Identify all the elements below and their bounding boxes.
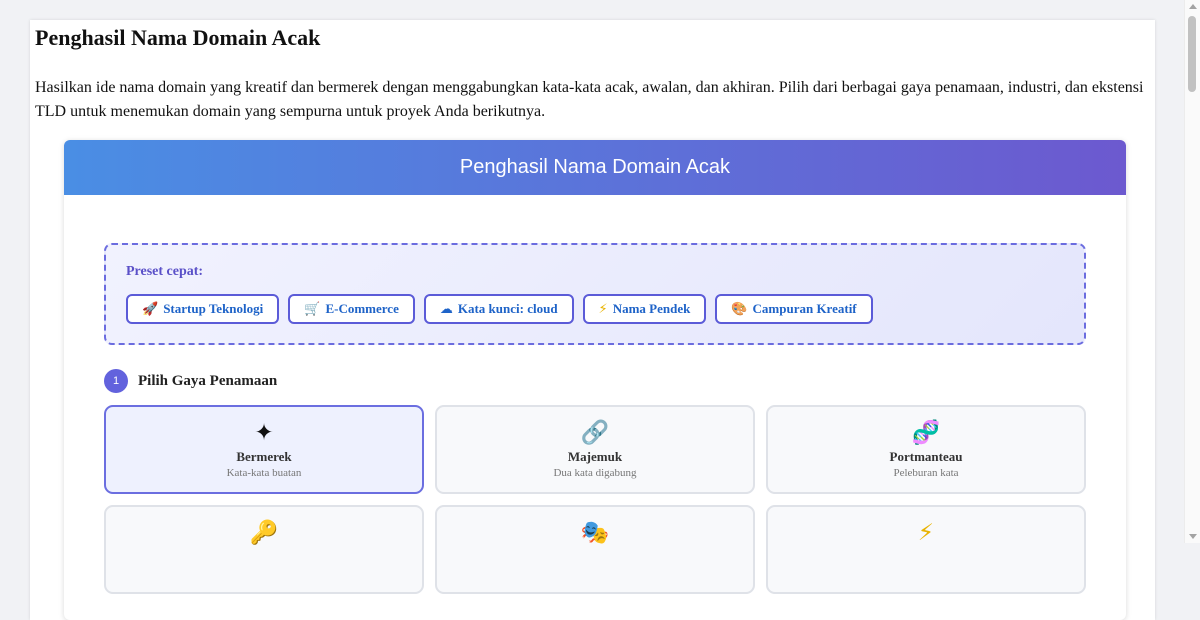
step-naming-style-heading: 1 Pilih Gaya Penamaan xyxy=(104,369,277,393)
cloud-icon: ☁ xyxy=(439,301,453,317)
preset-e-commerce-button[interactable]: 🛒 E-Commerce xyxy=(288,294,415,324)
generator-card: Penghasil Nama Domain Acak Preset cepat:… xyxy=(64,140,1126,620)
style-option-5[interactable]: 🎭 xyxy=(435,505,755,594)
step-label: Pilih Gaya Penamaan xyxy=(138,372,278,389)
preset-short-name-button[interactable]: ⚡ Nama Pendek xyxy=(582,294,707,324)
step-number-badge: 1 xyxy=(104,369,128,393)
preset-label-text: Kata kunci: cloud xyxy=(457,301,558,316)
intro-text: Hasilkan ide nama domain yang kreatif da… xyxy=(35,79,1144,120)
lightning-icon: ⚡ xyxy=(598,301,608,317)
preset-panel: Preset cepat: 🚀 Startup Teknologi 🛒 E-Co… xyxy=(104,243,1086,345)
dna-icon: 🧬 xyxy=(911,420,941,446)
preset-label-text: Startup Teknologi xyxy=(163,301,264,316)
preset-startup-teknologi-button[interactable]: 🚀 Startup Teknologi xyxy=(126,294,280,324)
page-container: Penghasil Nama Domain Acak Hasilkan ide … xyxy=(30,20,1155,620)
palette-icon: 🎨 xyxy=(731,301,748,317)
style-option-bermerek[interactable]: ✦ Bermerek Kata-kata buatan xyxy=(104,405,424,494)
style-option-6[interactable]: ⚡ xyxy=(766,505,1086,594)
style-option-name: Portmanteau xyxy=(889,449,963,464)
rocket-icon: 🚀 xyxy=(142,301,159,317)
style-option-desc: Kata-kata buatan xyxy=(226,467,302,479)
cart-icon: 🛒 xyxy=(304,301,321,317)
preset-label-text: Campuran Kreatif xyxy=(752,301,857,316)
page-scrollbar[interactable] xyxy=(1184,0,1200,543)
link-icon: 🔗 xyxy=(580,420,610,446)
preset-buttons: 🚀 Startup Teknologi 🛒 E-Commerce ☁ Kata … xyxy=(126,294,873,324)
style-option-4[interactable]: 🔑 xyxy=(104,505,424,594)
preset-creative-mix-button[interactable]: 🎨 Campuran Kreatif xyxy=(715,294,873,324)
scroll-up-arrow-icon[interactable] xyxy=(1189,4,1197,9)
preset-cloud-keyword-button[interactable]: ☁ Kata kunci: cloud xyxy=(423,294,574,324)
style-option-majemuk[interactable]: 🔗 Majemuk Dua kata digabung xyxy=(435,405,755,494)
preset-label: Preset cepat: xyxy=(126,264,204,279)
naming-style-grid: ✦ Bermerek Kata-kata buatan 🔗 Majemuk Du… xyxy=(104,405,1086,594)
sparkle-icon: ✦ xyxy=(254,420,274,446)
scroll-down-arrow-icon[interactable] xyxy=(1189,534,1197,539)
preset-label-text: Nama Pendek xyxy=(612,301,691,316)
style-option-desc: Dua kata digabung xyxy=(553,467,637,479)
scrollbar-thumb[interactable] xyxy=(1188,16,1196,92)
style-option-portmanteau[interactable]: 🧬 Portmanteau Peleburan kata xyxy=(766,405,1086,494)
style-option-name: Majemuk xyxy=(567,449,623,464)
style-option-desc: Peleburan kata xyxy=(893,467,959,479)
preset-label-text: E-Commerce xyxy=(325,301,399,316)
style-option-name: Bermerek xyxy=(236,449,292,464)
card-header: Penghasil Nama Domain Acak xyxy=(64,140,1126,195)
page-title: Penghasil Nama Domain Acak xyxy=(35,25,321,50)
